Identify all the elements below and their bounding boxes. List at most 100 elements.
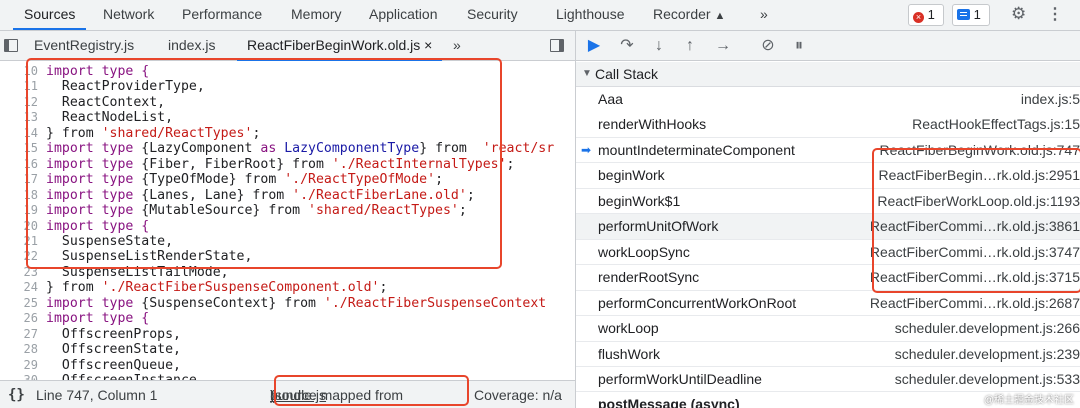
line-number[interactable]: 16 — [14, 157, 38, 173]
line-number[interactable]: 17 — [14, 172, 38, 188]
line-number[interactable]: 24 — [14, 280, 38, 296]
toggle-debugger-icon[interactable] — [550, 39, 564, 52]
code-line: 17 import type {TypeOfMode} from './React… — [0, 172, 575, 188]
frame-location[interactable]: ReactFiberBeginWork.old.js:747 — [879, 138, 1080, 163]
call-frame[interactable]: performConcurrentWorkOnRoot ReactFiberCom… — [576, 290, 1080, 317]
frame-location[interactable]: ReactFiberCommi…rk.old.js:2687 — [870, 291, 1080, 316]
file-tab-eventregistry[interactable]: EventRegistry.js — [34, 31, 134, 61]
code-token: {LazyComponent — [141, 141, 261, 157]
call-frame[interactable]: ➡ mountIndeterminateComponent ReactFiberBe… — [576, 137, 1080, 164]
code-line: 12 ReactContext, — [0, 95, 575, 111]
error-icon: × — [913, 12, 924, 23]
gear-icon[interactable]: ⚙ — [1011, 4, 1026, 24]
tab-security[interactable]: Security — [467, 0, 518, 30]
frame-location[interactable]: ReactFiberBegin…rk.old.js:2951 — [878, 163, 1080, 188]
step-out-icon[interactable]: ↑ — [680, 37, 700, 55]
line-number[interactable]: 26 — [14, 311, 38, 327]
step-over-icon[interactable]: ↷ — [617, 37, 637, 55]
tab-recorder[interactable]: Recorder ▲ — [653, 0, 725, 30]
code-text: OffscreenQueue, — [46, 358, 181, 374]
tab-sources[interactable]: Sources — [13, 0, 87, 30]
code-token: import type — [46, 203, 142, 219]
bundle-link[interactable]: bundle.js — [270, 381, 326, 408]
frame-location[interactable]: ReactFiberWorkLoop.old.js:1193 — [877, 189, 1080, 214]
call-frame[interactable]: renderWithHooks ReactHookEffectTags.js:15 — [576, 112, 1080, 138]
file-tab-label: ReactFiberBeginWork.old.js — [247, 37, 421, 53]
messages-badge[interactable]: 1 — [952, 4, 990, 26]
call-frame[interactable]: renderRootSync ReactFiberCommi…rk.old.js:… — [576, 265, 1080, 291]
frame-location[interactable]: ReactHookEffectTags.js:15 — [912, 112, 1080, 137]
frame-location[interactable]: index.js:5 — [1021, 87, 1080, 112]
close-icon[interactable]: × — [424, 37, 432, 53]
frame-location[interactable]: ReactFiberCommi…rk.old.js:3861 — [870, 214, 1080, 239]
call-frame[interactable]: workLoop scheduler.development.js:266 — [576, 316, 1080, 342]
tab-performance[interactable]: Performance — [182, 0, 262, 30]
code-text: SuspenseListTailMode, — [46, 265, 229, 281]
code-token: {MutableSource} from — [141, 203, 309, 219]
line-number[interactable]: 11 — [14, 79, 38, 95]
call-frame[interactable]: flushWork scheduler.development.js:239 — [576, 341, 1080, 367]
line-number[interactable]: 25 — [14, 296, 38, 312]
frame-location[interactable]: ReactFiberCommi…rk.old.js:3747 — [870, 240, 1080, 265]
line-number[interactable]: 10 — [14, 64, 38, 80]
line-number[interactable]: 13 — [14, 110, 38, 126]
tab-network[interactable]: Network — [103, 0, 154, 30]
code-token: import type { — [46, 311, 150, 327]
kebab-menu-icon[interactable]: ⋮ — [1047, 4, 1063, 24]
step-icon[interactable]: → — [713, 37, 733, 55]
line-number[interactable]: 15 — [14, 141, 38, 157]
line-number[interactable]: 12 — [14, 95, 38, 111]
step-into-icon[interactable]: ↓ — [649, 37, 669, 55]
code-token: ; — [252, 125, 261, 141]
tab-application[interactable]: Application — [369, 0, 438, 30]
errors-badge[interactable]: × 1 — [908, 4, 944, 26]
tab-memory[interactable]: Memory — [291, 0, 342, 30]
line-number[interactable]: 27 — [14, 327, 38, 343]
deactivate-breakpoints-icon[interactable]: ⊘ — [758, 37, 778, 55]
line-number[interactable]: 18 — [14, 188, 38, 204]
pause-on-exceptions-icon[interactable]: ⏸ — [789, 37, 809, 55]
frame-function-name: workLoop — [598, 320, 659, 337]
line-number[interactable]: 14 — [14, 126, 38, 142]
line-number[interactable]: 23 — [14, 265, 38, 281]
file-tab-index[interactable]: index.js — [168, 31, 215, 61]
resume-icon[interactable]: ▶ — [584, 37, 604, 55]
frame-location[interactable]: scheduler.development.js:266 — [895, 316, 1080, 341]
call-frame[interactable]: beginWork ReactFiberBegin…rk.old.js:2951 — [576, 163, 1080, 189]
line-number[interactable]: 22 — [14, 249, 38, 265]
line-number[interactable]: 29 — [14, 358, 38, 374]
call-frame[interactable]: workLoopSync ReactFiberCommi…rk.old.js:37… — [576, 239, 1080, 266]
line-number[interactable]: 28 — [14, 342, 38, 358]
errors-count: 1 — [927, 7, 935, 22]
call-frame[interactable]: performWorkUntilDeadline scheduler.develo… — [576, 366, 1080, 393]
code-line: 19 import type {MutableSource} from 'shar… — [0, 203, 575, 219]
code-text: import type {Lanes, Lane} from './ReactF… — [46, 188, 475, 204]
call-frame[interactable]: Aaa index.js:5 — [576, 87, 1080, 113]
line-number[interactable]: 21 — [14, 234, 38, 250]
call-frame[interactable]: performUnitOfWork ReactFiberCommi…rk.old.… — [576, 214, 1080, 240]
line-number[interactable]: 20 — [14, 219, 38, 235]
code-token: ; — [466, 187, 475, 203]
code-line: 25 import type {SuspenseContext} from './… — [0, 296, 575, 312]
code-token: 'react/sr — [482, 141, 555, 157]
frame-location[interactable]: scheduler.development.js:239 — [895, 342, 1080, 367]
code-token: OffscreenState, — [46, 342, 181, 358]
code-text: import type { — [46, 311, 149, 327]
code-text: import type {Fiber, FiberRoot} from './R… — [46, 157, 514, 173]
pretty-print-icon[interactable]: {} — [8, 381, 25, 408]
more-files-button[interactable]: » — [453, 31, 461, 61]
line-number[interactable]: 30 — [14, 373, 38, 380]
call-frame[interactable]: beginWork$1 ReactFiberWorkLoop.old.js:119… — [576, 188, 1080, 215]
frame-location[interactable]: ReactFiberCommi…rk.old.js:3715 — [870, 265, 1080, 290]
frame-location[interactable]: scheduler.development.js:533 — [895, 367, 1080, 392]
code-token: './ReactFiberSuspenseComponent.old' — [101, 280, 380, 296]
call-stack-header[interactable]: ▼ Call Stack — [576, 62, 1080, 87]
tab-lighthouse[interactable]: Lighthouse — [556, 0, 625, 30]
more-tabs-button[interactable]: » — [760, 0, 768, 30]
toggle-navigator-icon[interactable] — [4, 39, 18, 52]
file-tab-reactfiberbeginwork[interactable]: ReactFiberBeginWork.old.js × — [237, 31, 443, 61]
watermark: @稀土掘金技术社区 — [983, 395, 1074, 406]
frame-function-name: beginWork — [598, 167, 665, 184]
line-number[interactable]: 19 — [14, 203, 38, 219]
code-editor[interactable]: 10 import type {11 ReactProviderType, 12 R… — [0, 62, 575, 380]
